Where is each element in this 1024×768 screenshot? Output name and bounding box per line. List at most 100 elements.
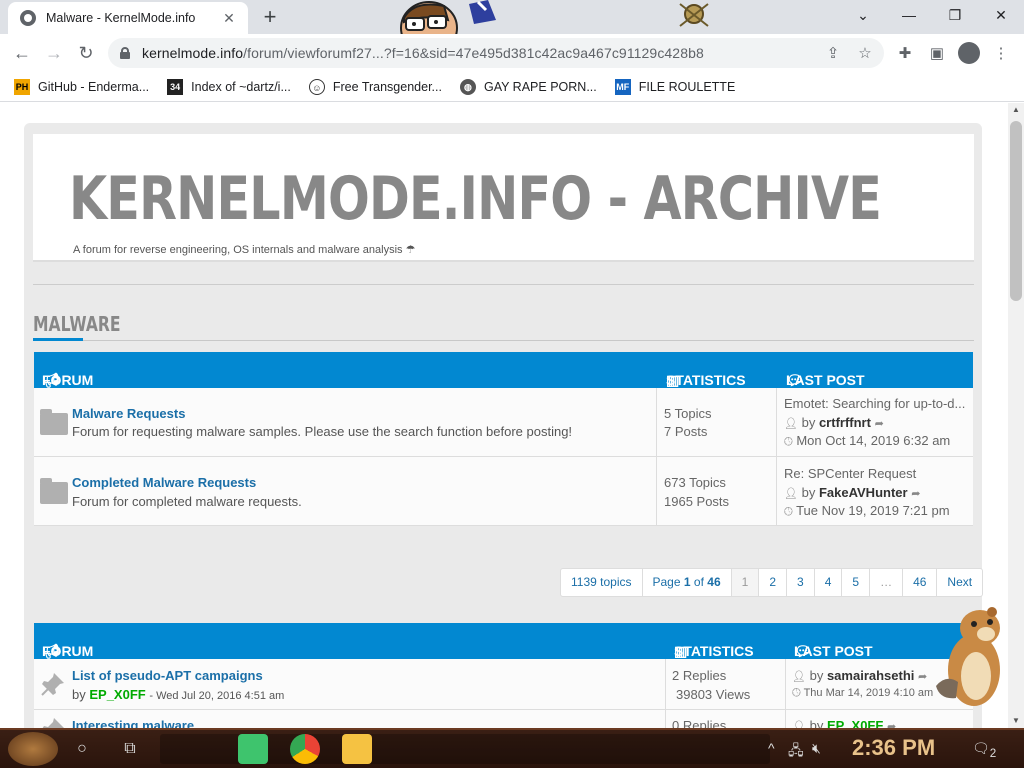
page-viewport: KERNELMODE.INFO - ARCHIVE A forum for re… [0, 103, 1008, 728]
bookmark-label: GAY RAPE PORN... [483, 79, 597, 94]
topics-table: 📢︎ FORUM ▥ STATISTICS 💬︎ LAST POST List … [34, 623, 973, 728]
scroll-down-icon[interactable]: ▼ [1008, 714, 1024, 728]
network-icon[interactable]: 🖧︎ [788, 740, 804, 764]
page-total: 46 [707, 575, 721, 589]
by-label: by [72, 687, 86, 702]
chrome-app-icon[interactable] [290, 734, 320, 764]
face-icon: ☺ [308, 78, 325, 95]
mf-icon: MF [614, 78, 631, 95]
page-info[interactable]: Page 1 of 46 [643, 569, 732, 596]
profile-avatar[interactable] [958, 42, 980, 64]
statistics-header-label: STATISTICS [674, 643, 754, 659]
view-post-icon[interactable]: ➦ [887, 721, 896, 728]
pin-icon [41, 673, 64, 696]
last-post-title[interactable]: Emotet: Searching for up-to-d... [784, 396, 965, 411]
site-title[interactable]: KERNELMODE.INFO - ARCHIVE [69, 164, 882, 234]
username-link[interactable]: EP_X0FF [827, 718, 883, 728]
page-scrollbar[interactable]: ▲ ▼ [1008, 103, 1024, 728]
back-button[interactable]: ← [10, 41, 34, 65]
bookmark-star-icon[interactable]: ☆ [854, 44, 876, 62]
volume-muted-icon[interactable]: 🔇︎ [812, 740, 821, 757]
page-2[interactable]: 2 [759, 569, 787, 596]
page-1: 1 [731, 569, 760, 596]
restore-button[interactable]: ❐ [940, 4, 970, 26]
topics-table-header: 📢︎ FORUM ▥ STATISTICS 💬︎ LAST POST [34, 623, 973, 659]
menu-icon[interactable]: ⋮ [990, 43, 1012, 65]
bookmark-index[interactable]: 34 Index of ~dartz/i... [167, 78, 291, 95]
last-post-author: 👤︎ by FakeAVHunter ➦ [784, 485, 920, 500]
bookmark-gay[interactable]: ◍ GAY RAPE PORN... [459, 78, 597, 95]
last-post-date-text: Thu Mar 14, 2019 4:10 am [803, 687, 934, 699]
share-icon[interactable]: ⇪ [822, 44, 844, 62]
username-link[interactable]: samairahsethi [827, 668, 914, 683]
cortana-icon[interactable]: ○ [70, 738, 94, 760]
url-query: ?f=16&sid=47e495d381c42ac9a467c91129c428… [383, 45, 704, 61]
new-tab-button[interactable]: + [258, 4, 282, 30]
last-post-date: 🕓︎ Tue Nov 19, 2019 7:21 pm [784, 503, 950, 519]
column-divider [785, 659, 786, 709]
username-link[interactable]: crtfrffnrt [819, 415, 871, 430]
sheets-app-icon[interactable] [238, 734, 268, 764]
taskbar: ○ ⧉ ^ 🖧︎ 🔇︎ 2:36 PM 🗨︎2 [0, 728, 1024, 768]
pagination: 1139 topics Page 1 of 46 1 2 3 4 5 … 46 … [560, 568, 984, 597]
column-divider [665, 710, 666, 728]
close-tab-icon[interactable]: ✕ [220, 10, 238, 27]
extensions-icon[interactable]: ✚ [894, 43, 916, 65]
bookmark-github[interactable]: PH GitHub - Enderma... [14, 78, 149, 95]
author-link[interactable]: EP_X0FF [89, 687, 145, 702]
view-post-icon[interactable]: ➦ [918, 671, 927, 683]
last-post-date-text: Tue Nov 19, 2019 7:21 pm [796, 503, 950, 518]
bookmark-file-roulette[interactable]: MF FILE ROULETTE [614, 78, 736, 95]
notification-count: 2 [989, 746, 997, 760]
topics-total[interactable]: 1139 topics [561, 569, 643, 596]
view-post-icon[interactable]: ➦ [875, 418, 884, 430]
reload-button[interactable]: ↻ [74, 41, 98, 65]
index-icon: 34 [167, 78, 184, 95]
last-post-title[interactable]: Re: SPCenter Request [784, 466, 916, 481]
bookmarks-bar: PH GitHub - Enderma... 34 Index of ~dart… [0, 72, 1024, 102]
start-button[interactable] [8, 732, 58, 766]
scroll-up-icon[interactable]: ▲ [1008, 103, 1024, 117]
column-divider [776, 388, 777, 456]
minimize-button[interactable]: — [894, 4, 924, 26]
page-3[interactable]: 3 [787, 569, 815, 596]
forum-title-link[interactable]: Malware Requests [72, 406, 185, 421]
taskbar-clock[interactable]: 2:36 PM [852, 735, 935, 761]
notifications-icon[interactable]: 🗨︎2 [972, 740, 996, 760]
forum-title-link[interactable]: Completed Malware Requests [72, 475, 256, 490]
file-explorer-icon[interactable] [342, 734, 372, 764]
task-view-icon[interactable]: ⧉ [118, 738, 142, 760]
tab-search-icon[interactable]: ⌄ [848, 4, 878, 26]
address-bar[interactable]: kernelmode.info/forum/viewforumf27...?f=… [108, 38, 884, 68]
close-window-button[interactable]: ✕ [986, 4, 1016, 26]
page-5[interactable]: 5 [842, 569, 871, 596]
lock-icon[interactable] [120, 47, 130, 59]
page-ellipsis: … [870, 569, 904, 596]
forum-header-label: FORUM [42, 372, 94, 388]
column-divider [656, 457, 657, 525]
section-title[interactable]: MALWARE [33, 312, 121, 336]
username-link[interactable]: FakeAVHunter [819, 485, 908, 500]
section-divider [33, 340, 974, 341]
forward-button[interactable]: → [42, 41, 66, 65]
url-host: kernelmode.info [142, 45, 244, 61]
next-page-link[interactable]: Next [937, 569, 982, 596]
bookmark-label: FILE ROULETTE [638, 79, 736, 94]
scroll-thumb[interactable] [1010, 121, 1022, 301]
side-panel-icon[interactable]: ▣ [926, 43, 948, 65]
chevron-up-icon[interactable]: ^ [768, 740, 775, 756]
site-description: A forum for reverse engineering, OS inte… [73, 243, 416, 256]
bookmark-free[interactable]: ☺ Free Transgender... [308, 78, 442, 95]
globe-icon: ◍ [459, 78, 476, 95]
active-tab[interactable]: Malware - KernelMode.info ✕ [8, 2, 248, 34]
topic-title-link[interactable]: Interesting malware [72, 718, 194, 728]
ph-icon: PH [14, 78, 30, 95]
posts-count: 1965 Posts [664, 494, 730, 509]
bookmark-label: Index of ~dartz/i... [191, 79, 291, 94]
view-post-icon[interactable]: ➦ [911, 488, 920, 500]
page-4[interactable]: 4 [815, 569, 843, 596]
forum-header-label: FORUM [42, 643, 94, 659]
topic-title-link[interactable]: List of pseudo-APT campaigns [72, 668, 263, 683]
page-46[interactable]: 46 [903, 569, 938, 596]
page-current: 1 [683, 575, 691, 589]
